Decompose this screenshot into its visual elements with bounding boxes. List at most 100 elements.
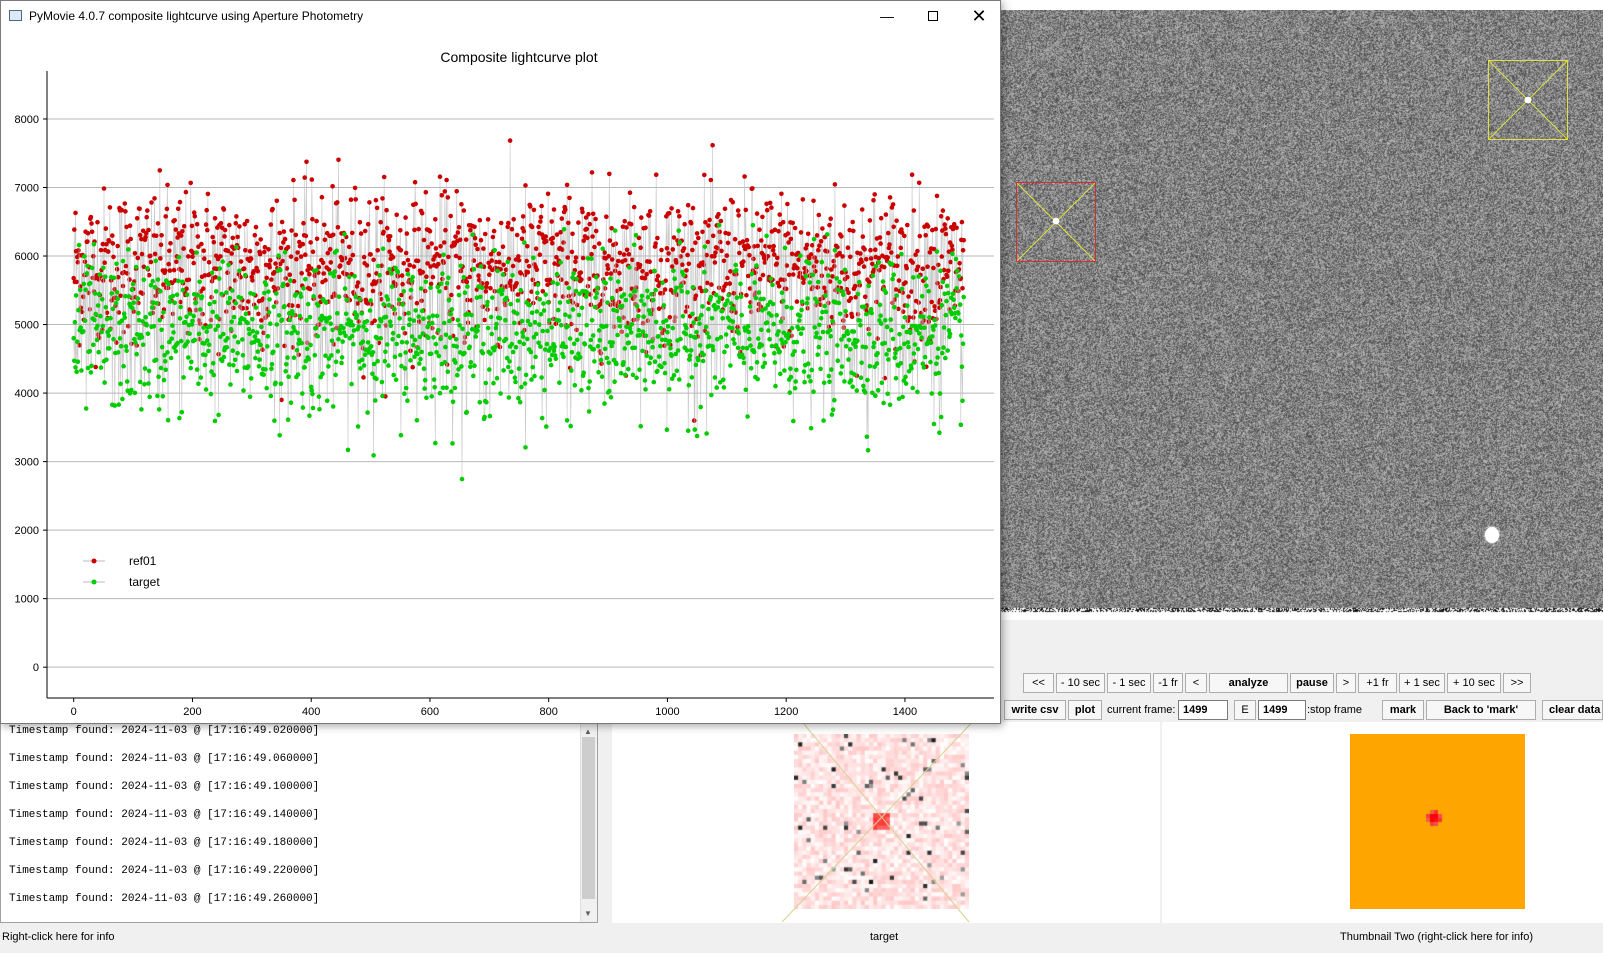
- last-frame-button[interactable]: >>: [1503, 673, 1531, 693]
- ref-aperture-box[interactable]: [1016, 182, 1096, 262]
- scroll-up-icon[interactable]: ▲: [584, 727, 592, 736]
- back-1-sec-button[interactable]: - 1 sec: [1107, 673, 1151, 693]
- data-point: [307, 413, 312, 419]
- y-tick-label: 0: [33, 662, 39, 674]
- data-point: [531, 255, 536, 261]
- video-frame[interactable]: [1001, 0, 1603, 620]
- plot-button[interactable]: plot: [1068, 700, 1102, 720]
- clear-data-button[interactable]: clear data: [1542, 700, 1603, 720]
- write-csv-button[interactable]: write csv: [1004, 700, 1066, 720]
- x-tick-label: 600: [421, 706, 439, 718]
- data-point: [173, 227, 179, 232]
- close-icon[interactable]: ✕: [956, 1, 1002, 31]
- data-point: [93, 311, 98, 317]
- lightcurve-chart[interactable]: Composite lightcurve plot 01000200030004…: [1, 31, 1000, 723]
- scroll-down-icon[interactable]: ▼: [584, 909, 592, 918]
- data-point: [481, 246, 486, 251]
- stop-frame-input[interactable]: 1499: [1258, 700, 1306, 720]
- data-point: [446, 275, 451, 281]
- forward-10-sec-button[interactable]: + 10 sec: [1447, 673, 1501, 693]
- data-point: [600, 246, 605, 251]
- mark-button[interactable]: mark: [1382, 700, 1424, 720]
- data-point: [313, 325, 319, 331]
- analyze-button[interactable]: analyze: [1209, 673, 1288, 693]
- data-point: [169, 336, 174, 342]
- data-point: [279, 317, 285, 323]
- forward-1-sec-button[interactable]: + 1 sec: [1399, 673, 1445, 693]
- data-point: [929, 391, 934, 396]
- scroll-thumb[interactable]: [582, 737, 595, 899]
- data-point: [883, 290, 889, 295]
- data-point: [671, 235, 677, 240]
- data-point: [205, 191, 211, 197]
- data-point: [624, 225, 629, 230]
- data-point: [685, 202, 691, 208]
- first-frame-button[interactable]: <<: [1023, 673, 1054, 693]
- data-point: [688, 220, 694, 226]
- thumbnail-one-panel[interactable]: [612, 722, 1160, 923]
- data-point: [535, 282, 541, 287]
- data-point: [581, 238, 586, 243]
- data-point: [860, 234, 866, 239]
- data-point: [726, 231, 731, 237]
- back-to-mark-button[interactable]: Back to 'mark': [1426, 700, 1536, 720]
- thumbnail-two-panel[interactable]: [1162, 722, 1603, 923]
- step-back-button[interactable]: <: [1185, 673, 1207, 693]
- data-point: [767, 336, 772, 342]
- step-forward-button[interactable]: >: [1336, 673, 1356, 693]
- window-titlebar[interactable]: PyMovie 4.0.7 composite lightcurve using…: [1, 1, 1000, 31]
- data-point: [946, 268, 951, 273]
- data-point: [522, 381, 528, 386]
- data-point: [368, 344, 374, 349]
- back-10-sec-button[interactable]: - 10 sec: [1056, 673, 1105, 693]
- data-point: [380, 246, 386, 251]
- data-point: [266, 247, 271, 252]
- current-frame-input[interactable]: 1499: [1178, 700, 1228, 720]
- data-point: [487, 272, 492, 277]
- e-button[interactable]: E: [1234, 700, 1256, 720]
- target-aperture-box[interactable]: [1488, 60, 1568, 140]
- minimize-icon[interactable]: —: [864, 1, 910, 31]
- data-point: [837, 279, 842, 285]
- data-point: [267, 297, 272, 302]
- status-left-info[interactable]: Right-click here for info: [2, 931, 115, 943]
- data-point: [759, 327, 764, 333]
- data-point: [892, 304, 897, 310]
- back-1-frame-button[interactable]: -1 fr: [1153, 673, 1183, 693]
- plot-window[interactable]: PyMovie 4.0.7 composite lightcurve using…: [0, 0, 1001, 724]
- data-point: [506, 364, 511, 370]
- data-point: [518, 271, 524, 276]
- forward-1-frame-button[interactable]: +1 fr: [1358, 673, 1397, 693]
- data-point: [633, 288, 638, 294]
- data-point: [881, 264, 887, 270]
- log-scrollbar[interactable]: ▲ ▼: [580, 723, 597, 922]
- data-point: [454, 344, 460, 349]
- data-point: [393, 377, 399, 383]
- data-point: [521, 341, 527, 347]
- data-point: [195, 234, 201, 239]
- data-point: [85, 239, 90, 244]
- data-point: [107, 205, 113, 210]
- data-point: [643, 387, 648, 392]
- data-point: [677, 240, 683, 245]
- data-point: [155, 393, 160, 399]
- data-point: [132, 390, 138, 396]
- data-point: [697, 343, 703, 348]
- data-point: [939, 254, 945, 259]
- data-point: [267, 321, 273, 327]
- data-point: [574, 327, 579, 333]
- data-point: [342, 231, 347, 237]
- status-thumb2-label[interactable]: Thumbnail Two (right-click here for info…: [1340, 931, 1533, 943]
- data-point: [525, 336, 530, 342]
- data-point: [812, 325, 817, 330]
- maximize-icon[interactable]: [910, 1, 956, 31]
- data-point: [734, 268, 739, 273]
- data-point: [923, 233, 928, 238]
- pause-button[interactable]: pause: [1290, 673, 1334, 693]
- log-output[interactable]: Timestamp found: 2024-11-03 @ [17:16:49.…: [0, 722, 598, 923]
- data-point: [617, 324, 623, 329]
- data-point: [824, 266, 829, 271]
- data-point: [805, 361, 811, 367]
- data-point: [897, 345, 903, 351]
- data-point: [761, 352, 767, 358]
